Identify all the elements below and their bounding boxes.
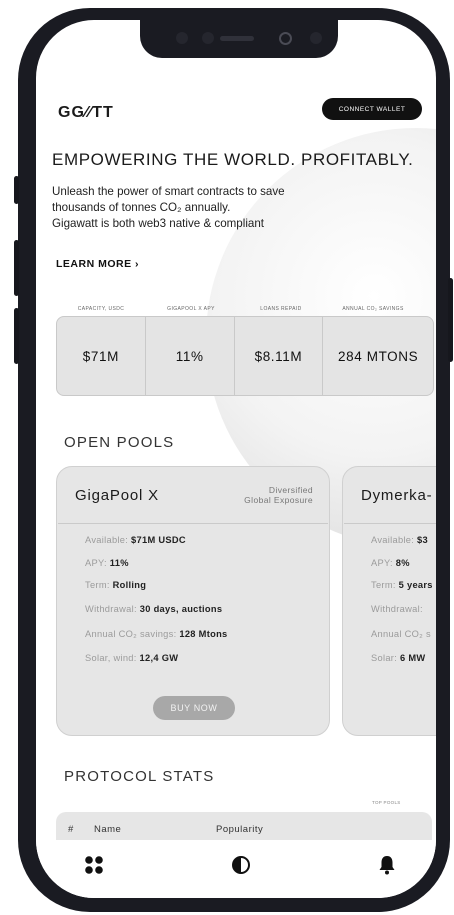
pool-withdrawal: Withdrawal: [371, 604, 423, 614]
pool-region-line: Global Exposure [244, 495, 313, 505]
grid-icon[interactable] [83, 854, 105, 876]
pool-card-gigapool[interactable]: GigaPool X Diversified Global Exposure A… [56, 466, 330, 736]
camera-dot [176, 32, 188, 44]
pool-term: Term: Rolling [85, 580, 147, 590]
pool-apy: APY: 8% [371, 558, 410, 568]
sensor-dot [310, 32, 322, 44]
phone-screen: GG∕∕TT CONNECT WALLET EMPOWERING THE WOR… [36, 20, 436, 898]
pool-withdrawal: Withdrawal: 30 days, auctions [85, 604, 223, 614]
brand-logo[interactable]: GG∕∕TT [58, 104, 114, 122]
stat-value-capacity: $71M [57, 317, 146, 395]
hero-line: Gigawatt is both web3 native & compliant [52, 217, 265, 230]
notch [140, 20, 338, 58]
hero-title: EMPOWERING THE WORLD. PROFITABLY. [52, 150, 414, 169]
pool-name: GigaPool X [75, 487, 159, 504]
learn-more-link[interactable]: LEARN MORE › [56, 258, 139, 270]
pool-available: Available: $3 [371, 535, 428, 545]
stat-value-co2: 284 MTONS [338, 348, 419, 364]
hero-line: Unleash the power of smart contracts to … [52, 185, 285, 198]
connect-wallet-button[interactable]: CONNECT WALLET [322, 98, 422, 120]
volume-up-button [14, 240, 19, 296]
pool-co2: Annual CO₂ savings: 128 Mtons [85, 629, 228, 639]
stat-value-loans: $8.11M [235, 317, 324, 395]
top-pools-label[interactable]: TOP POOLS [372, 800, 401, 805]
pool-term: Term: 5 years [371, 580, 433, 590]
stat-label-capacity: CAPACITY, USDC [77, 306, 125, 312]
pool-co2: Annual CO₂ s [371, 629, 431, 639]
front-camera [279, 32, 292, 45]
buy-now-button[interactable]: BUY NOW [153, 696, 235, 720]
stat-label-loans: LOANS REPAID [260, 306, 302, 312]
side-button [14, 176, 19, 204]
bottom-tab-bar [36, 840, 436, 898]
open-pools-heading: OPEN POOLS [64, 434, 175, 451]
column-header-popularity[interactable]: Popularity [216, 824, 263, 835]
pool-solar: Solar, wind: 12,4 GW [85, 653, 179, 663]
pool-solar: Solar: 6 MW [371, 653, 426, 663]
volume-down-button [14, 308, 19, 364]
power-button [448, 278, 453, 362]
bell-icon[interactable] [376, 854, 398, 876]
stat-label-apy: GIGAPOOL X APY [167, 306, 215, 312]
pool-region-line: Diversified [268, 485, 313, 495]
column-header-name[interactable]: Name [94, 824, 121, 835]
hero-subtitle: Unleash the power of smart contracts to … [52, 184, 382, 232]
speaker-grille [220, 36, 254, 41]
pool-name: Dymerka- [361, 487, 433, 504]
hero-line: thousands of tonnes CO₂ annually. [52, 201, 231, 214]
card-divider [58, 523, 328, 524]
stat-value-apy: 11% [146, 317, 235, 395]
stat-label-co2: ANNUAL CO₂ SAVINGS [342, 306, 404, 312]
pool-apy: APY: 11% [85, 558, 129, 568]
pool-region: Diversified Global Exposure [244, 485, 313, 505]
camera-dot [202, 32, 214, 44]
pool-available: Available: $71M USDC [85, 535, 186, 545]
stats-panel: $71M 11% $8.11M 284 MTONS [56, 316, 434, 396]
pool-card-dymerka[interactable]: Dymerka- Available: $3 APY: 8% Term: 5 y… [342, 466, 436, 736]
column-header-index: # [68, 824, 74, 835]
card-divider [344, 523, 436, 524]
protocol-stats-heading: PROTOCOL STATS [64, 768, 215, 785]
contrast-icon[interactable] [230, 854, 252, 876]
